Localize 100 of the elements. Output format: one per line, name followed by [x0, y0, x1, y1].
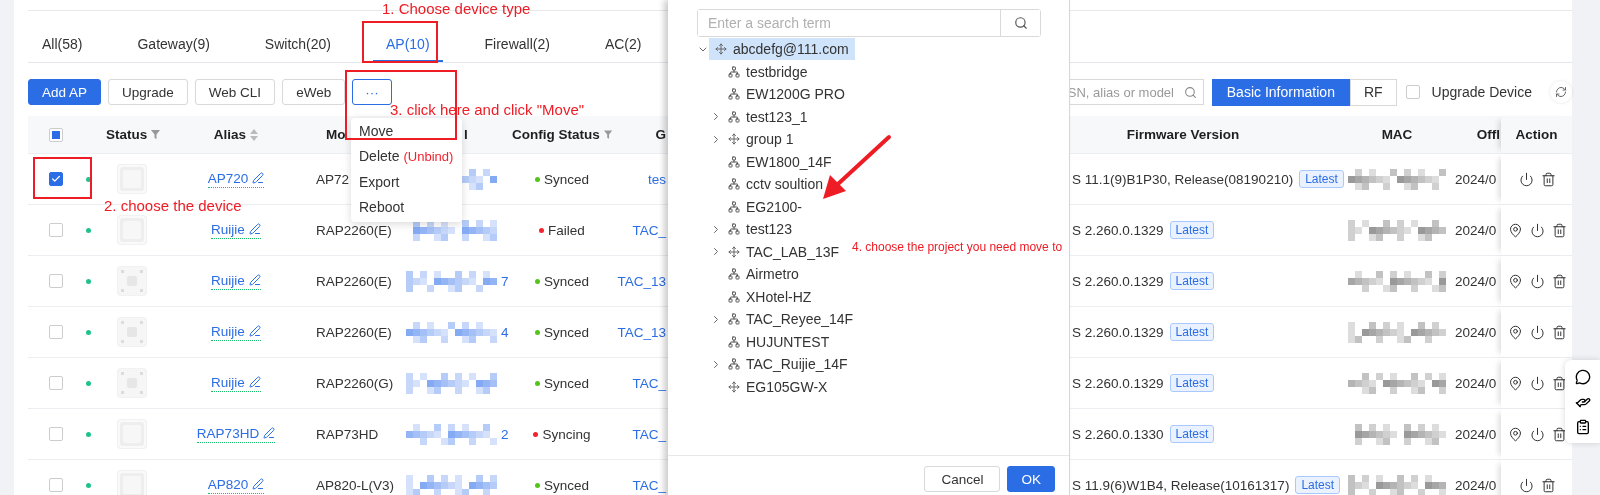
column-header: Offl	[1476, 127, 1500, 142]
toolbar-button[interactable]: eWeb	[282, 79, 346, 105]
offline-time: 2024/0	[1455, 222, 1497, 238]
firmware-version: S 11.9(6)W1B4, Release(10161317)	[1072, 477, 1290, 493]
model-cell: AP72	[316, 171, 350, 187]
serial-link[interactable]: 2	[501, 426, 509, 442]
annotation-text: 4. choose the project you need move to	[852, 239, 1063, 256]
tree-item[interactable]: test123	[722, 218, 798, 241]
config-status: Synced	[544, 273, 589, 289]
offline-time: 2024/0	[1455, 375, 1497, 391]
alias-link[interactable]: RAP73HD	[196, 425, 276, 443]
tab[interactable]: Switch(20)	[251, 28, 344, 62]
group-link[interactable]: TAC_	[632, 426, 666, 442]
tree-item[interactable]: testbridge	[722, 60, 814, 83]
more-button[interactable]: ···	[352, 79, 392, 105]
model-cell: AP820-L(V3)	[316, 477, 395, 493]
latest-badge: Latest	[1169, 323, 1215, 341]
dialog-button[interactable]: Cancel	[924, 466, 1001, 492]
config-status: Synced	[544, 171, 589, 187]
alias-link[interactable]: Ruijie	[211, 374, 261, 392]
offline-time: 2024/0	[1455, 426, 1497, 442]
alias-link[interactable]: Ruijie	[211, 272, 261, 290]
column-header: MAC	[1381, 127, 1413, 142]
config-status: Failed	[548, 222, 585, 238]
latest-badge: Latest	[1169, 221, 1215, 239]
column-header: Action	[1515, 127, 1558, 142]
tree-item[interactable]: EG105GW-X	[722, 375, 834, 398]
search-field[interactable]: Enter a search term	[697, 9, 1041, 37]
offline-time: 2024/0	[1455, 477, 1497, 493]
tree-item[interactable]: group 1	[722, 128, 800, 151]
firmware-version: S 11.1(9)B1P30, Release(08190210)	[1072, 171, 1294, 187]
tab[interactable]: AC(2)	[591, 28, 655, 62]
dialog-button[interactable]: OK	[1007, 466, 1055, 492]
group-link[interactable]: TAC_	[632, 222, 666, 238]
serial-link[interactable]: 4	[501, 324, 509, 340]
model-cell: RAP2260(E)	[316, 324, 392, 340]
tree-item[interactable]: TAC_LAB_13F	[722, 240, 846, 263]
config-status: Synced	[544, 324, 589, 340]
tree-item[interactable]: Airmetro	[722, 263, 805, 286]
group-link[interactable]: TAC_	[632, 375, 666, 391]
tab[interactable]: Gateway(9)	[124, 28, 223, 62]
model-cell: RAP73HD	[316, 426, 379, 442]
tree-item[interactable]: EG2100-	[722, 195, 809, 218]
latest-badge: Latest	[1169, 425, 1215, 443]
menu-item[interactable]: Delete (Unbind)	[351, 143, 462, 169]
config-status: Synced	[544, 477, 589, 493]
toolbar-button[interactable]: Add AP	[28, 79, 102, 105]
firmware-version: S 2.260.0.1329	[1072, 375, 1164, 391]
alias-link[interactable]: Ruijie	[211, 323, 261, 341]
menu-item[interactable]: Reboot	[351, 194, 462, 220]
offline-time: 2024/0	[1455, 273, 1497, 289]
toolbar-button[interactable]: Web CLI	[194, 79, 276, 105]
tree-item[interactable]: abcdefg@111.com	[709, 38, 855, 61]
alias-link[interactable]: Ruijie	[211, 221, 261, 239]
model-cell: RAP2260(E)	[316, 222, 392, 238]
tree-item[interactable]: test123_1	[722, 105, 814, 128]
menu-item[interactable]: Export	[351, 169, 462, 195]
group-link[interactable]: TAC_	[632, 477, 666, 493]
toolbar-button[interactable]: Upgrade	[108, 79, 188, 105]
tree-item[interactable]: EW1800_14F	[722, 150, 838, 173]
tree-item[interactable]: cctv soultion	[722, 173, 830, 196]
model-cell: RAP2260(E)	[316, 273, 392, 289]
checkbox-label: Upgrade Device	[1431, 84, 1532, 100]
tree-item[interactable]: EW1200G PRO	[722, 83, 851, 106]
firmware-version: S 2.260.0.1329	[1072, 324, 1164, 340]
firmware-version: S 2.260.0.1330	[1072, 426, 1164, 442]
tree-item[interactable]: TAC_Ruijie_14F	[722, 353, 854, 376]
column-header: Alias	[213, 127, 247, 142]
firmware-version: S 2.260.0.1329	[1072, 222, 1164, 238]
offline-time: 2024/0	[1455, 171, 1497, 187]
group-link[interactable]: TAC_13	[617, 324, 666, 340]
group-link[interactable]: TAC_13	[617, 273, 666, 289]
latest-badge: Latest	[1295, 476, 1341, 494]
model-cell: RAP2260(G)	[316, 375, 394, 391]
alias-link[interactable]: AP820	[207, 476, 265, 494]
column-header: Status	[106, 127, 148, 142]
alias-link[interactable]: AP720	[207, 170, 265, 188]
menu-item[interactable]: Move	[351, 118, 462, 144]
latest-badge: Latest	[1299, 170, 1344, 188]
column-header: Mo	[326, 127, 346, 142]
group-link[interactable]: tes	[648, 171, 666, 187]
serial-link[interactable]: 7	[501, 273, 509, 289]
tab[interactable]: All(58)	[29, 28, 96, 62]
view-toggle-button[interactable]: Basic Information	[1211, 78, 1350, 106]
tree-item[interactable]: HUJUNTEST	[722, 330, 836, 353]
tree-item[interactable]: TAC_Reyee_14F	[722, 308, 860, 331]
column-header: Config Status	[512, 127, 600, 142]
column-header: l	[464, 127, 468, 142]
latest-badge: Latest	[1169, 272, 1215, 290]
column-header: G	[655, 127, 666, 142]
tab[interactable]: AP(10)	[372, 28, 443, 62]
column-header: Firmware Version	[1126, 127, 1240, 142]
annotation-text: 1. Choose device type	[382, 0, 531, 17]
config-status: Synced	[544, 375, 589, 391]
firmware-version: S 2.260.0.1329	[1072, 273, 1164, 289]
latest-badge: Latest	[1169, 374, 1215, 392]
view-toggle-button[interactable]: RF	[1349, 78, 1397, 106]
tree-item[interactable]: XHotel-HZ	[722, 285, 818, 308]
tab[interactable]: Firewall(2)	[471, 28, 563, 62]
annotation-text: 2. choose the device	[104, 197, 242, 214]
